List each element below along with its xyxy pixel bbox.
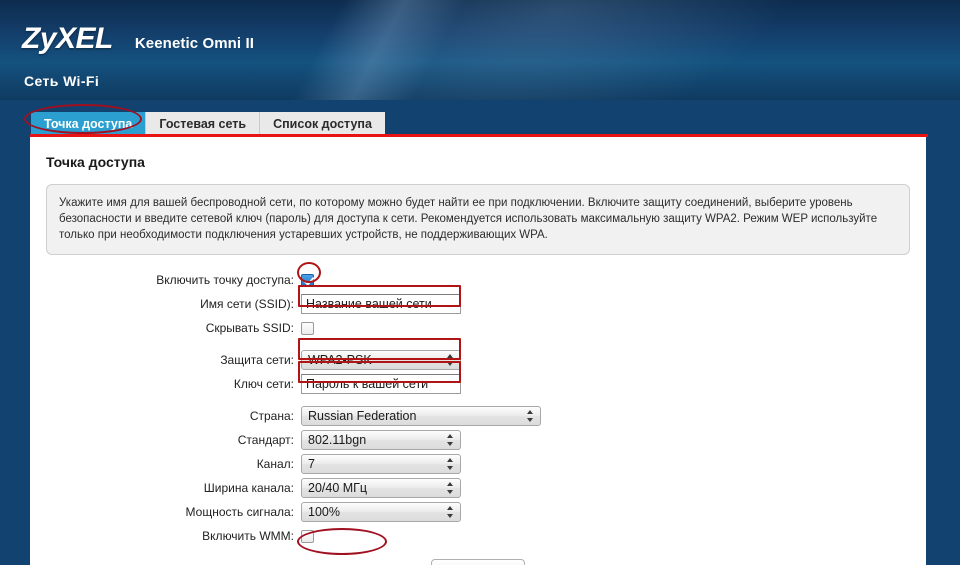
row-standard: Стандарт: 802.11bgn (46, 429, 910, 451)
row-channel-width: Ширина канала: 20/40 МГц (46, 477, 910, 499)
row-hide-ssid: Скрывать SSID: (46, 317, 910, 339)
tab-bar: Точка доступа Гостевая сеть Список досту… (31, 112, 385, 136)
field-ssid (301, 294, 461, 314)
country-select[interactable]: Russian Federation (301, 406, 541, 426)
channel-width-select[interactable]: 20/40 МГц (301, 478, 461, 498)
label-ssid: Имя сети (SSID): (200, 297, 294, 311)
standard-select-value: 802.11bgn (308, 433, 367, 447)
checkbox-enable-wmm[interactable] (301, 529, 314, 543)
label-country: Страна: (249, 409, 294, 423)
field-channel-width: 20/40 МГц (301, 478, 461, 498)
chevron-updown-icon (447, 457, 454, 471)
chevron-updown-icon (447, 353, 454, 367)
wifi-settings-form: Включить точку доступа: Имя сети (SSID):… (30, 269, 926, 565)
field-signal-power: 100% (301, 502, 461, 522)
row-country: Страна: Russian Federation (46, 405, 910, 427)
router-admin-page: ZyXEL Keenetic Omni II Сеть Wi-Fi Точка … (0, 0, 960, 565)
channel-select-value: 7 (308, 457, 315, 471)
tab-access-point[interactable]: Точка доступа (31, 112, 147, 136)
field-hide-ssid (301, 321, 314, 335)
zyxel-logo: ZyXEL (22, 22, 113, 55)
page-title: Сеть Wi-Fi (24, 73, 100, 89)
field-channel: 7 (301, 454, 461, 474)
chevron-updown-icon (447, 505, 454, 519)
page-header: ZyXEL Keenetic Omni II Сеть Wi-Fi (0, 0, 960, 100)
tab-access-list[interactable]: Список доступа (260, 112, 385, 136)
row-signal-power: Мощность сигнала: 100% (46, 501, 910, 523)
standard-select[interactable]: 802.11bgn (301, 430, 461, 450)
network-key-input[interactable] (301, 374, 461, 394)
channel-width-select-value: 20/40 МГц (308, 481, 368, 495)
field-network-key (301, 374, 461, 394)
label-channel-width: Ширина канала: (203, 481, 294, 495)
label-enable-wmm: Включить WMM: (202, 529, 294, 543)
ssid-input[interactable] (301, 294, 461, 314)
row-network-key: Ключ сети: (46, 373, 910, 395)
signal-power-select-value: 100% (308, 505, 340, 519)
channel-select[interactable]: 7 (301, 454, 461, 474)
row-security: Защита сети: WPA2-PSK (46, 349, 910, 371)
field-standard: 802.11bgn (301, 430, 461, 450)
row-enable-ap: Включить точку доступа: (46, 269, 910, 291)
label-standard: Стандарт: (237, 433, 294, 447)
security-select-value: WPA2-PSK (308, 353, 372, 367)
field-enable-wmm (301, 529, 314, 543)
row-enable-wmm: Включить WMM: (46, 525, 910, 547)
field-country: Russian Federation (301, 406, 541, 426)
tab-guest-network[interactable]: Гостевая сеть (146, 112, 261, 136)
brand: ZyXEL Keenetic Omni II (22, 22, 254, 56)
chevron-updown-icon (447, 481, 454, 495)
label-network-key: Ключ сети: (233, 377, 294, 391)
annotation-underline (30, 134, 928, 137)
chevron-updown-icon (447, 433, 454, 447)
apply-button[interactable]: Применить (430, 559, 526, 565)
country-select-value: Russian Federation (308, 409, 417, 423)
info-box: Укажите имя для вашей беспроводной сети,… (46, 184, 910, 255)
info-text: Укажите имя для вашей беспроводной сети,… (59, 197, 878, 241)
field-security: WPA2-PSK (301, 350, 461, 370)
security-select[interactable]: WPA2-PSK (301, 350, 461, 370)
label-security: Защита сети: (220, 353, 294, 367)
device-model-label: Keenetic Omni II (134, 35, 254, 52)
content-panel: Точка доступа Укажите имя для вашей бесп… (30, 137, 926, 565)
panel-title: Точка доступа (46, 154, 145, 170)
row-ssid: Имя сети (SSID): (46, 293, 910, 315)
checkbox-enable-ap[interactable] (301, 273, 314, 287)
label-enable-ap: Включить точку доступа: (156, 273, 294, 287)
field-enable-ap (301, 273, 314, 287)
signal-power-select[interactable]: 100% (301, 502, 461, 522)
button-row: Применить (46, 559, 910, 565)
label-signal-power: Мощность сигнала: (185, 505, 294, 519)
checkbox-hide-ssid[interactable] (301, 321, 314, 335)
label-channel: Канал: (256, 457, 294, 471)
chevron-updown-icon (527, 409, 534, 423)
row-channel: Канал: 7 (46, 453, 910, 475)
label-hide-ssid: Скрывать SSID: (205, 321, 294, 335)
